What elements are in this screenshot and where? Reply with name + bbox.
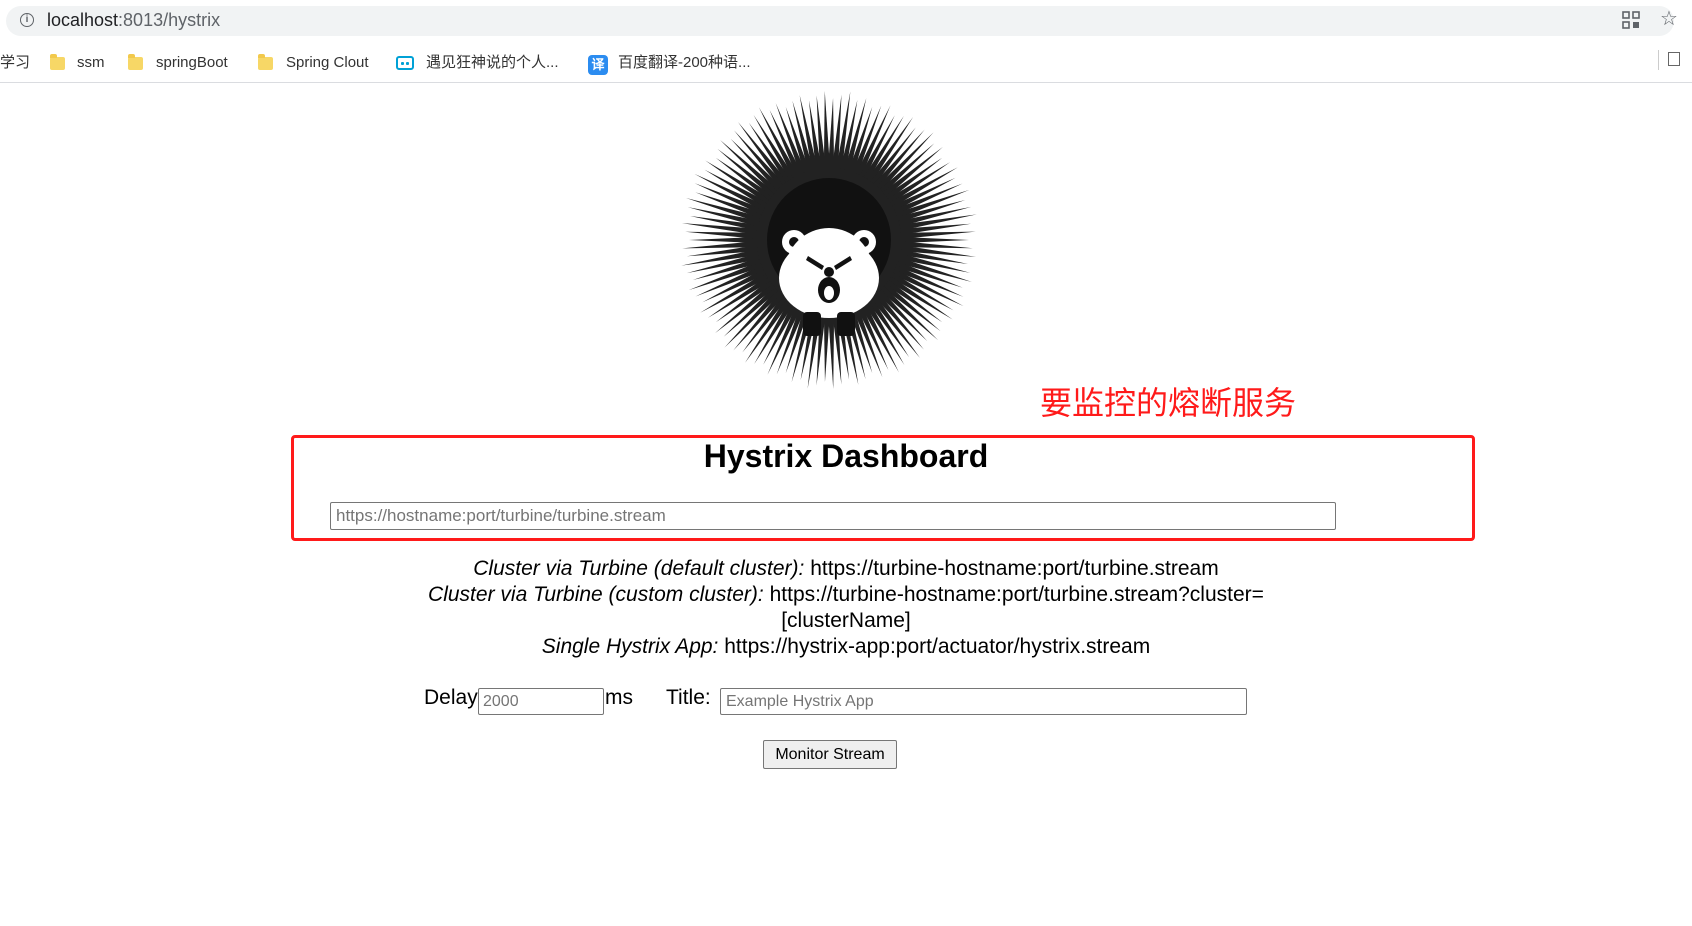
folder-icon [50, 54, 65, 70]
title-label: Title: [666, 686, 711, 709]
delay-input[interactable] [478, 688, 604, 715]
monitor-stream-button[interactable]: Monitor Stream [763, 740, 897, 769]
qr-code-icon[interactable] [1622, 11, 1640, 29]
bilibili-icon [396, 56, 414, 70]
help-line: Cluster via Turbine (custom cluster): ht… [428, 583, 1264, 606]
bookmark-springboot[interactable]: springBoot [128, 52, 238, 74]
logo-spike [827, 98, 835, 171]
help-line: Single Hystrix App: https://hystrix-app:… [541, 635, 1151, 658]
url-host: localhost [47, 10, 119, 30]
url-text[interactable]: localhost:8013/hystrix [47, 10, 220, 31]
info-icon[interactable]: i [20, 13, 34, 27]
translate-icon: 译 [588, 55, 608, 75]
usage-help: Cluster via Turbine (default cluster): h… [0, 556, 1692, 660]
bookmark-star-icon[interactable]: ☆ [1660, 8, 1678, 30]
help-line: Cluster via Turbine (default cluster): h… [473, 557, 1219, 580]
url-path: :8013/hystrix [118, 10, 221, 30]
folder-icon [258, 54, 273, 70]
stream-url-input[interactable] [330, 502, 1336, 530]
logo-spike [823, 309, 831, 382]
delay-label: Delay: [424, 686, 484, 709]
page-title: Hystrix Dashboard [703, 438, 989, 474]
logo-spike [898, 231, 976, 240]
annotation-label: 要监控的熔断服务 [1040, 385, 1297, 421]
bookmark-spring-clout[interactable]: Spring Clout [258, 52, 378, 74]
bookmarks-bar: 学习 ssm springBoot Spring Clout 遇见狂神说的个人.… [0, 46, 1692, 83]
url-field[interactable] [6, 6, 1674, 36]
reading-list-icon[interactable] [1668, 52, 1680, 66]
bookmark-separator [1658, 50, 1659, 70]
folder-icon [128, 54, 143, 70]
help-line: [clusterName] [781, 609, 911, 632]
bookmark-baidu-translate[interactable]: 译百度翻译-200种语... [588, 52, 758, 75]
hystrix-logo [681, 91, 977, 389]
bookmark-ssm[interactable]: ssm [50, 52, 110, 74]
bookmark-kuangshen[interactable]: 遇见狂神说的个人... [396, 52, 566, 74]
title-input[interactable] [720, 688, 1247, 715]
address-bar: i localhost:8013/hystrix ☆ [0, 0, 1692, 40]
delay-unit: ms [605, 686, 633, 709]
